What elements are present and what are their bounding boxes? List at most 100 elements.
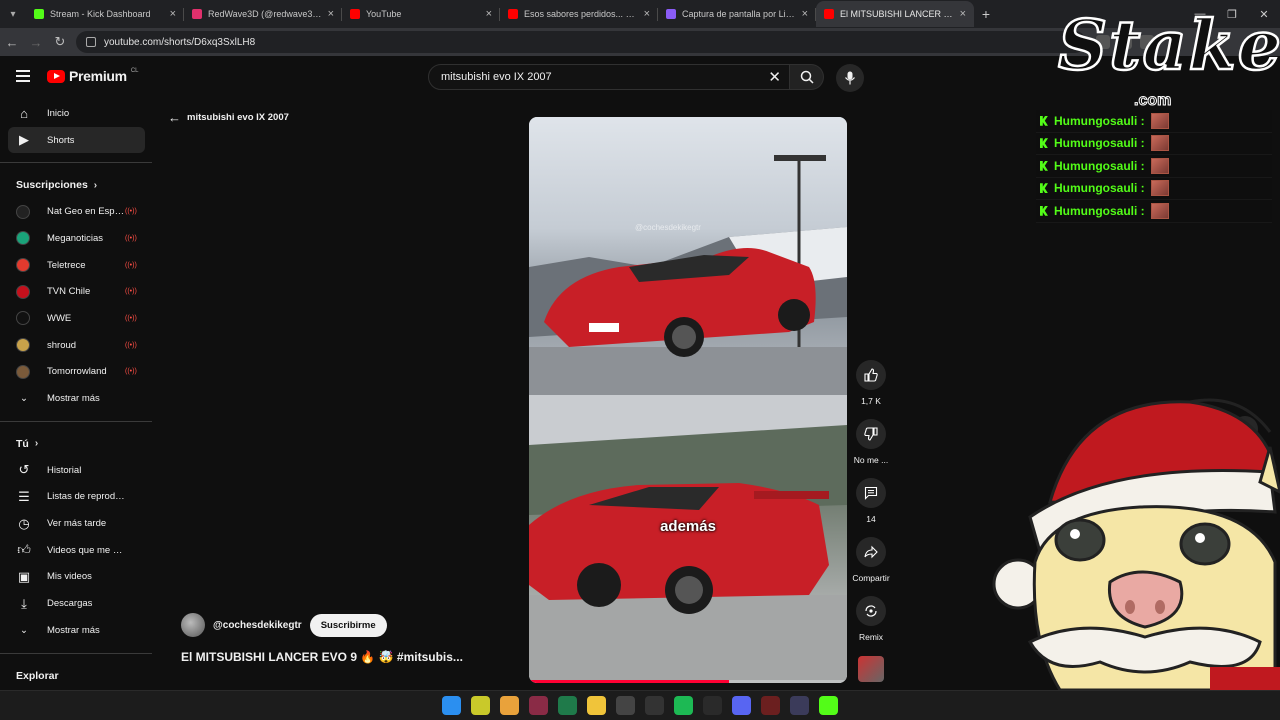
capcut-icon[interactable] <box>645 696 664 715</box>
chat-username: Humungosauli : <box>1054 203 1145 218</box>
site-info-icon[interactable] <box>86 37 96 47</box>
thumbs-up-icon <box>864 368 878 382</box>
subscription-item[interactable]: Tomorrowland ((•)) <box>0 359 155 386</box>
tab-favicon-icon <box>824 9 834 19</box>
like-button[interactable]: 1,7 K <box>849 360 893 419</box>
vegas-icon[interactable] <box>529 696 548 715</box>
discord-icon[interactable] <box>732 696 751 715</box>
cat-mascot-illustration <box>992 398 1280 692</box>
subscribe-button[interactable]: Suscribirme <box>309 613 387 637</box>
browser-tab[interactable]: RedWave3D (@redwave3d) • Fo × <box>184 1 342 27</box>
tab-close-icon[interactable]: × <box>328 8 334 20</box>
search-button[interactable] <box>790 64 824 90</box>
shorts-video-player[interactable]: @cochesdekikegtr además <box>529 117 847 683</box>
video-progress-bar[interactable] <box>529 680 847 683</box>
kick-icon[interactable] <box>819 696 838 715</box>
sidebar-item[interactable]: ⤓ Descargas <box>0 590 155 617</box>
chat-emote-icon <box>1150 112 1169 129</box>
sidebar-item[interactable]: ▶ Shorts <box>8 126 145 154</box>
url-field[interactable]: youtube.com/shorts/D6xq3SxlLH8 <box>76 31 1086 53</box>
obs-icon[interactable] <box>616 696 635 715</box>
car-front-illustration <box>529 155 847 395</box>
browser-tab[interactable]: Captura de pantalla por Lights × <box>658 1 816 27</box>
youtube-premium-logo[interactable]: Premium CL <box>47 68 138 84</box>
chat-emote-icon <box>1150 135 1169 152</box>
channel-name[interactable]: @cochesdekikegtr <box>213 620 302 631</box>
explore-title: Explorar <box>16 669 59 682</box>
stake-logo-overlay: Stake .com <box>1057 5 1280 112</box>
comments-button[interactable]: 14 <box>849 478 893 537</box>
chevron-right-icon: › <box>34 438 39 450</box>
sidebar-item[interactable]: ◷ Ver más tarde <box>0 510 155 537</box>
browser-tab[interactable]: Esos sabores perdidos... #comi × <box>500 1 658 27</box>
you-heading[interactable]: Tú › <box>0 431 155 457</box>
tab-search-icon[interactable]: ▾ <box>0 0 26 28</box>
chat-emote-icon <box>1150 202 1169 219</box>
subscriptions-heading[interactable]: Suscripciones › <box>0 172 155 198</box>
tab-close-icon[interactable]: × <box>170 8 176 20</box>
comment-icon <box>864 486 878 500</box>
download-icon: ⤓ <box>21 595 27 611</box>
tab-close-icon[interactable]: × <box>960 8 966 20</box>
browser-tab[interactable]: Stream - Kick Dashboard × <box>26 1 184 27</box>
live-indicator-icon: ((•)) <box>125 341 137 349</box>
channel-avatar <box>16 284 30 299</box>
sidebar-item[interactable]: ⌂ Inicio <box>0 100 155 127</box>
chrome-icon[interactable] <box>500 696 519 715</box>
steam-icon[interactable] <box>703 696 722 715</box>
app-icon[interactable] <box>790 696 809 715</box>
car-rear-illustration <box>529 395 847 683</box>
arrow-left-icon: ← <box>168 110 181 125</box>
menu-icon[interactable] <box>16 70 30 82</box>
search-input[interactable]: mitsubishi evo IX 2007 ✕ <box>428 64 790 90</box>
tab-close-icon[interactable]: × <box>486 8 492 20</box>
subscription-item[interactable]: TVN Chile ((•)) <box>0 278 155 305</box>
tab-close-icon[interactable]: × <box>802 8 808 20</box>
browser-tab[interactable]: El MITSUBISHI LANCER EVO × <box>816 1 974 27</box>
share-button[interactable]: Compartir <box>849 537 893 596</box>
voice-search-button[interactable] <box>836 64 864 92</box>
remix-button[interactable]: Remix <box>849 596 893 655</box>
excel-file-icon[interactable] <box>558 696 577 715</box>
sidebar-item[interactable]: 👍︎ Videos que me gus... <box>0 537 155 564</box>
folder-icon[interactable] <box>587 696 606 715</box>
sidebar-item[interactable]: ↺ Historial <box>0 457 155 484</box>
back-icon[interactable]: ← <box>0 30 24 54</box>
channel-avatar[interactable] <box>181 613 205 637</box>
dislike-button[interactable]: No me ... <box>849 419 893 478</box>
reload-icon[interactable]: ↻ <box>48 30 72 54</box>
browser-tab[interactable]: YouTube × <box>342 1 500 27</box>
tab-title: Stream - Kick Dashboard <box>50 9 151 19</box>
show-more-you[interactable]: ⌄ Mostrar más <box>0 617 155 644</box>
video-title[interactable]: El MITSUBISHI LANCER EVO 9 🔥 🤯 #mitsubis… <box>181 650 463 664</box>
explore-heading: Explorar <box>0 663 155 689</box>
audio-thumbnail[interactable] <box>858 656 884 682</box>
back-to-search-link[interactable]: ← mitsubishi evo IX 2007 <box>168 110 289 125</box>
video-caption: además <box>660 518 716 535</box>
sidebar-divider <box>0 420 152 422</box>
overwolf-icon[interactable] <box>471 696 490 715</box>
live-indicator-icon: ((•)) <box>125 261 137 269</box>
tab-close-icon[interactable]: × <box>644 8 650 20</box>
subscriptions-title: Suscripciones <box>16 179 88 192</box>
windows-start-icon[interactable] <box>442 696 461 715</box>
history-icon: ↺ <box>18 462 30 478</box>
clear-search-icon[interactable]: ✕ <box>768 68 781 86</box>
show-more-subscriptions[interactable]: ⌄ Mostrar más <box>0 385 155 412</box>
sidebar-item[interactable]: ▣ Mis videos <box>0 564 155 591</box>
forward-icon[interactable]: → <box>24 30 48 54</box>
live-indicator-icon: ((•)) <box>125 208 137 216</box>
url-text: youtube.com/shorts/D6xq3SxlLH8 <box>104 36 256 48</box>
subscription-item[interactable]: shroud ((•)) <box>0 332 155 359</box>
search-icon <box>800 70 814 84</box>
streamlabs-icon[interactable] <box>761 696 780 715</box>
subscription-item[interactable]: Nat Geo en Espa... ((•)) <box>0 198 155 225</box>
sidebar-item[interactable]: ☰ Listas de reproducc... <box>0 484 155 511</box>
new-tab-button[interactable]: + <box>974 6 998 22</box>
video-progress-fill <box>529 680 730 683</box>
live-indicator-icon: ((•)) <box>125 368 137 376</box>
subscription-item[interactable]: WWE ((•)) <box>0 305 155 332</box>
subscription-item[interactable]: Teletrece ((•)) <box>0 252 155 279</box>
subscription-item[interactable]: Meganoticias ((•)) <box>0 225 155 252</box>
spotify-icon[interactable] <box>674 696 693 715</box>
